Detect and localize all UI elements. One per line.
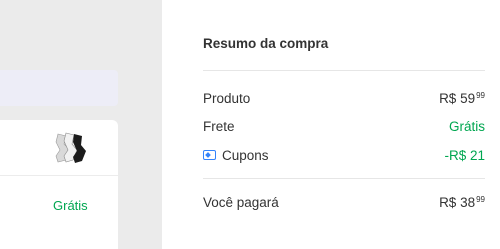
summary-divider-bottom xyxy=(203,178,485,179)
coupon-ticket-icon xyxy=(203,150,216,160)
card-divider xyxy=(0,175,118,176)
shipping-label: Frete xyxy=(203,118,235,134)
product-price-main: R$ 59 xyxy=(439,90,476,106)
total-price: R$ 3899 xyxy=(439,195,485,210)
product-label: Produto xyxy=(203,90,251,106)
summary-title: Resumo da compra xyxy=(203,36,329,51)
summary-row-product: Produto R$ 5999 xyxy=(203,88,485,108)
shipping-value: Grátis xyxy=(448,118,485,134)
coupons-label-group[interactable]: Cupons xyxy=(203,148,269,163)
cart-column: Grátis xyxy=(0,0,162,249)
notice-banner xyxy=(0,70,118,106)
summary-row-shipping: Frete Grátis xyxy=(203,116,485,136)
purchase-summary: Resumo da compra Produto R$ 5999 Frete G… xyxy=(162,0,500,249)
coupons-label: Cupons xyxy=(222,147,269,163)
item-shipping-free: Grátis xyxy=(53,198,88,213)
checkout-page: Grátis Resumo da compra Produto R$ 5999 … xyxy=(0,0,500,249)
product-price-cents: 99 xyxy=(476,90,485,100)
product-price: R$ 5999 xyxy=(439,91,485,106)
total-label: Você pagará xyxy=(203,194,279,210)
summary-row-total: Você pagará R$ 3899 xyxy=(203,192,485,212)
coupons-discount: -R$ 21 xyxy=(444,147,485,163)
cart-item-card: Grátis xyxy=(0,120,118,249)
summary-divider-top xyxy=(203,70,485,71)
total-price-cents: 99 xyxy=(476,194,485,204)
product-thumbnail[interactable] xyxy=(52,130,92,168)
summary-row-coupons: Cupons -R$ 21 xyxy=(203,145,485,165)
total-price-main: R$ 38 xyxy=(439,194,476,210)
